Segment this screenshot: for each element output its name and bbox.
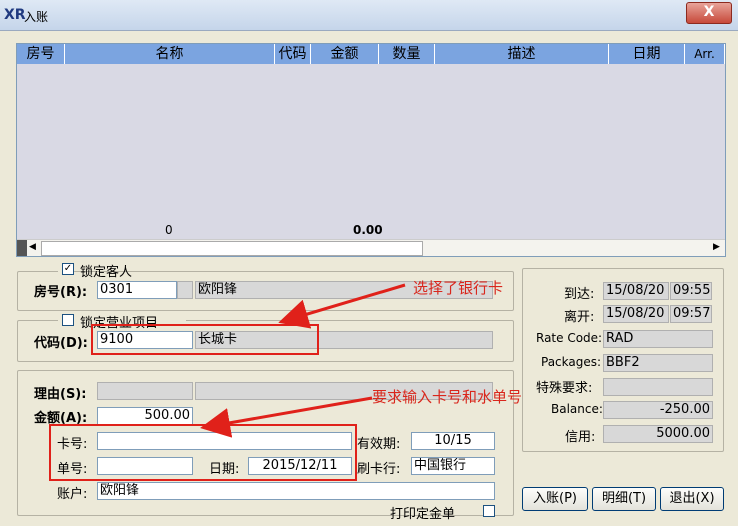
annotation-arrows	[200, 283, 406, 438]
annotation-bank-card: 选择了银行卡	[413, 279, 504, 297]
annotation-require-input: 要求输入卡号和水单号	[372, 388, 523, 406]
arrow-to-card	[200, 396, 373, 438]
arrow-to-code	[278, 283, 406, 329]
